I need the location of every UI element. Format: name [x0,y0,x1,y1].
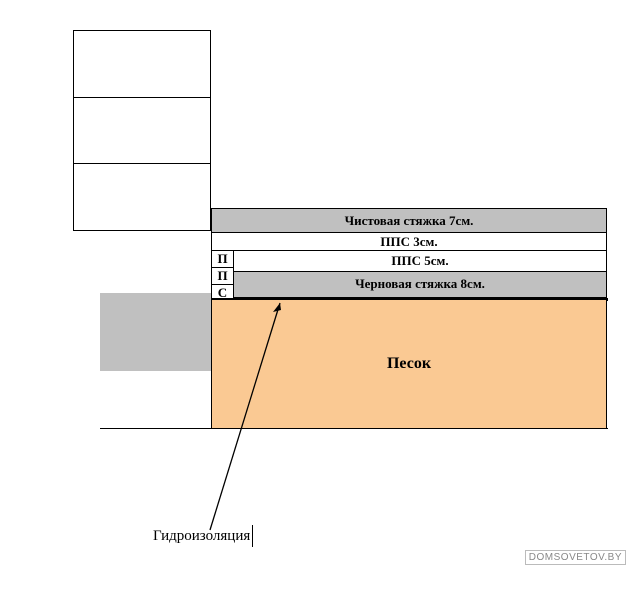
text-cursor-icon [252,525,253,547]
hydroisolation-label: Гидроизоляция [153,525,253,547]
stacked-layers: ППС 5см. Черновая стяжка 8см. [233,250,607,302]
side-letter: П [212,251,233,268]
side-letter: П [212,268,233,285]
wall-block [73,97,211,165]
layer-sand: Песок [211,299,607,429]
layer-row-lower: П П С ППС 5см. Черновая стяжка 8см. [211,250,607,302]
pps-side-column: П П С [211,250,233,302]
wall-block [73,163,211,231]
hydro-label-text: Гидроизоляция [153,528,250,545]
wall-blocks [73,30,211,231]
layer-pps-5: ППС 5см. [233,250,607,272]
floor-layers: Чистовая стяжка 7см. ППС 3см. П П С ППС … [211,208,607,302]
layer-pps-3: ППС 3см. [211,232,607,252]
layer-rough-screed: Черновая стяжка 8см. [233,271,607,298]
foundation-base [100,293,213,371]
watermark: DOMSOVETOV.BY [525,550,626,565]
diagram-frame: Чистовая стяжка 7см. ППС 3см. П П С ППС … [50,30,600,510]
wall-block [73,30,211,98]
bottom-border [100,428,608,429]
layer-finish-screed: Чистовая стяжка 7см. [211,208,607,233]
